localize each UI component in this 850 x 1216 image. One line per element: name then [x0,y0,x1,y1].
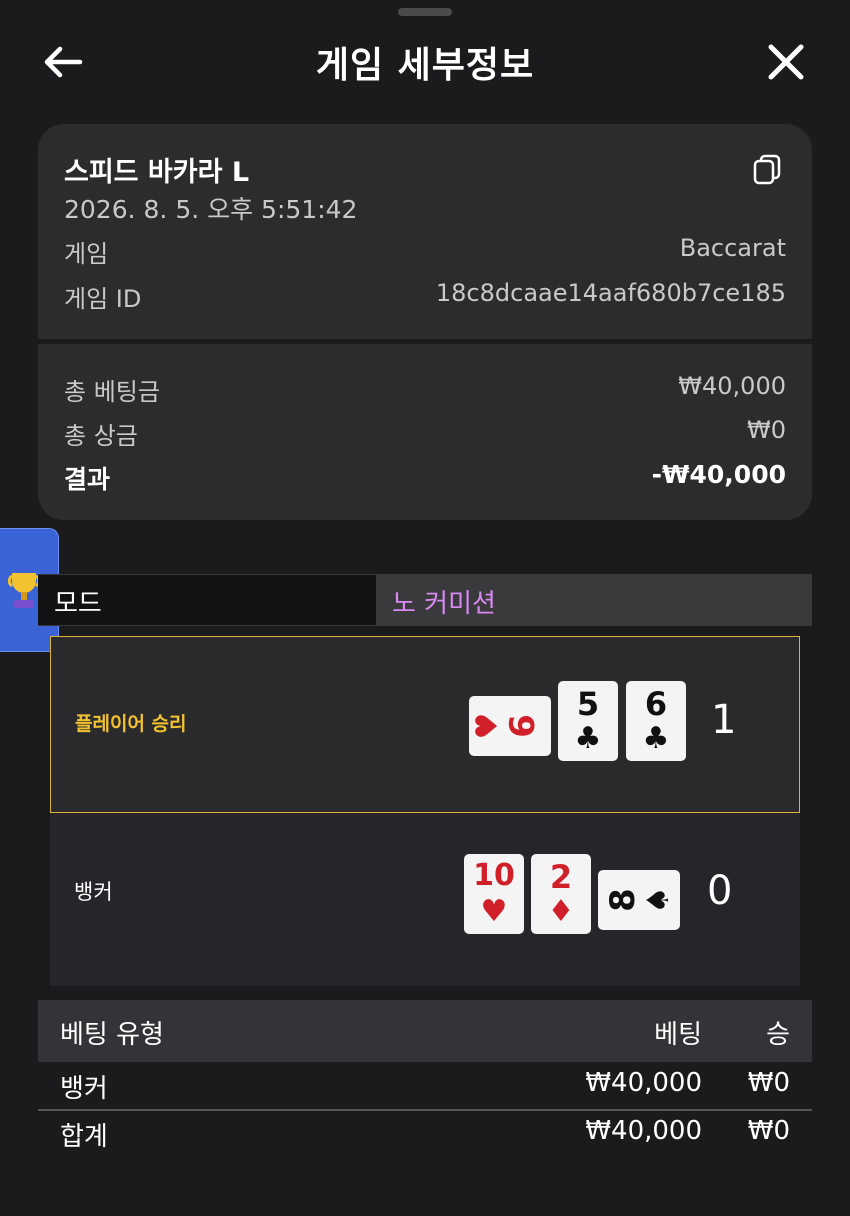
result-value: -₩40,000 [651,460,786,489]
mode-label: 모드 [54,589,102,619]
mode-value: 노 커미션 [392,589,496,619]
table-total-row: 합계 ₩40,000 ₩0 [38,1114,812,1160]
player-card-2: 5 ♣ [558,681,618,761]
total-bet-cell: ₩40,000 [585,1116,702,1146]
banker-card-2: 2 ♦ [531,854,591,934]
total-type-cell: 합계 [60,1122,108,1152]
banker-score: 0 [707,868,733,914]
result-label: 결과 [64,465,111,494]
header-bet-amount: 베팅 [654,1020,702,1050]
game-name: 스피드 바카라 L [64,157,250,188]
total-winnings-value: ₩0 [747,416,786,444]
total-winnings-label: 총 상금 [64,422,138,450]
total-bet-label: 총 베팅금 [64,378,160,406]
banker-label: 뱅커 [74,880,113,904]
close-button[interactable] [762,38,810,86]
game-type-label: 게임 [64,240,109,268]
player-card-1-face: ♥ 6 [470,713,543,740]
game-type-value: Baccarat [679,234,786,262]
game-datetime: 2026. 8. 5. 오후 5:51:42 [64,195,358,224]
win-cell: ₩0 [747,1068,790,1098]
drag-handle[interactable] [398,8,452,16]
mode-row: 모드 노 커미션 [38,574,812,626]
bet-amount-cell: ₩40,000 [585,1068,702,1098]
banker-card-3-suit: ♠ [641,887,676,914]
player-card-1-suit: ♥ [470,713,505,740]
round-result: 플레이어 승리 ♥ 6 5 ♣ 6 ♣ 1 뱅커 10 ♥ 2 ♦ 8 ♠ 0 [50,636,800,986]
game-id-value[interactable]: 18c8dcaae14aaf680b7ce185 [436,279,786,307]
player-card-3: 6 ♣ [626,681,686,761]
player-card-3-rank: 6 [644,685,668,723]
mode-value-cell: 노 커미션 [376,575,812,625]
game-summary-card: 스피드 바카라 L 2026. 8. 5. 오후 5:51:42 게임 Bacc… [38,124,812,520]
page-title: 게임 세부정보 [315,45,535,86]
player-card-2-suit: ♣ [574,721,602,756]
game-id-label: 게임 ID [64,285,142,313]
header-bet-type: 베팅 유형 [60,1020,164,1050]
copy-button[interactable] [750,152,784,186]
table-row: 뱅커 ₩40,000 ₩0 [38,1064,812,1110]
banker-card-2-suit: ♦ [547,894,575,929]
bet-table-header: 베팅 유형 베팅 승 [38,1000,812,1062]
header: 게임 세부정보 [0,22,850,98]
banker-card-3-face: 8 ♠ [603,887,676,914]
bet-type-cell: 뱅커 [60,1074,108,1104]
banker-card-2-rank: 2 [549,858,573,896]
player-card-3-suit: ♣ [642,721,670,756]
player-card-1-rank: 6 [503,714,543,738]
player-result-box: 플레이어 승리 ♥ 6 5 ♣ 6 ♣ 1 [50,636,800,813]
banker-card-1: 10 ♥ [464,854,524,934]
banker-result-box: 뱅커 10 ♥ 2 ♦ 8 ♠ 0 [50,814,800,986]
header-win: 승 [766,1020,790,1050]
close-icon [768,44,804,80]
player-score: 1 [711,697,737,743]
player-card-2-rank: 5 [576,685,600,723]
banker-card-3-rank: 8 [603,888,643,912]
total-win-cell: ₩0 [747,1116,790,1146]
player-card-1: ♥ 6 [469,696,551,756]
player-label: 플레이어 승리 [75,713,187,735]
banker-card-1-rank: 10 [473,858,515,893]
banker-card-3: 8 ♠ [598,870,680,930]
game-details-sheet: 게임 세부정보 스피드 바카라 L 2026. 8. 5. 오후 5:51:42… [0,0,850,1216]
card-separator [38,339,812,344]
copy-icon [753,154,781,185]
total-bet-value: ₩40,000 [678,372,786,400]
table-divider [38,1109,812,1111]
banker-card-1-suit: ♥ [480,894,508,929]
